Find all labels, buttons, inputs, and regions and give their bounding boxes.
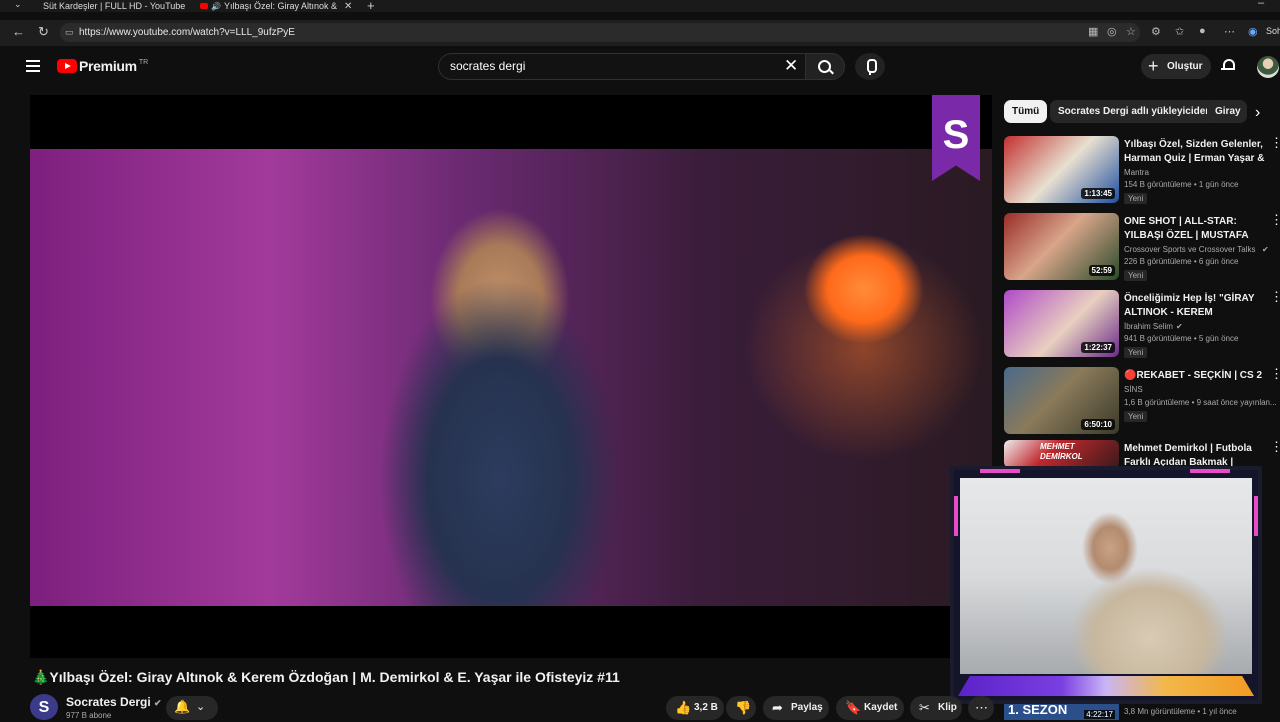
chip-giray[interactable]: Giray (1207, 100, 1247, 123)
verified-icon: ✔ (1262, 245, 1269, 254)
extensions-icon[interactable]: ⚙ (1151, 25, 1161, 38)
new-badge: Yeni (1124, 270, 1148, 281)
new-badge: Yeni (1124, 411, 1148, 422)
create-button[interactable]: + Oluştur (1141, 54, 1211, 79)
video-thumbnail[interactable]: 1:22:37 (1004, 290, 1119, 357)
favorite-star-icon[interactable]: ☆ (1126, 25, 1136, 38)
video-title: 🎄Yılbaşı Özel: Giray Altınok & Kerem Özd… (32, 669, 620, 685)
user-avatar[interactable] (1257, 56, 1279, 78)
youtube-premium-logo[interactable]: Premium TR (57, 58, 148, 74)
tracking-prevention-icon[interactable]: ◎ (1107, 25, 1117, 38)
reader-view-icon[interactable]: ▦ (1088, 25, 1098, 38)
more-vert-icon[interactable]: ⋮ (1270, 290, 1280, 304)
video-thumbnail[interactable]: MEHMET DEMİRKOL (1004, 440, 1119, 468)
reload-icon[interactable]: ↻ (38, 24, 49, 40)
webcam-feed (960, 478, 1252, 674)
webcam-accent-bar (958, 676, 1254, 696)
profile-icon[interactable]: ● (1199, 25, 1206, 37)
dislike-button[interactable]: 👎 (726, 696, 756, 720)
search-input[interactable]: socrates dergi (438, 53, 808, 80)
more-vert-icon[interactable]: ⋮ (1270, 367, 1280, 381)
chip-from-uploader[interactable]: Socrates Dergi adlı yükleyiciden (1050, 100, 1220, 123)
chevron-down-icon: ⌄ (196, 701, 206, 713)
share-button[interactable]: ➦ Paylaş (763, 696, 829, 720)
frame-decoration (954, 496, 958, 536)
clear-search-icon[interactable]: ✕ (784, 56, 798, 76)
channel-avatar[interactable]: S (30, 694, 58, 720)
chip-all[interactable]: Tümü (1004, 100, 1048, 123)
recommendation-item[interactable]: 52:59 ONE SHOT | ALL-STAR: YILBAŞI ÖZEL … (1004, 213, 1280, 283)
close-tab-icon[interactable]: ✕ (344, 1, 352, 12)
verified-icon: ✔ (1176, 322, 1183, 331)
browser-tab-1[interactable]: Süt Kardeşler | FULL HD - YouTube ✕ (40, 0, 190, 12)
copilot-icon[interactable]: ◉ (1248, 25, 1258, 38)
url-field[interactable]: ▭ https://www.youtube.com/watch?v=LLL_9u… (60, 23, 1140, 42)
speaker-icon: 🔊 (211, 1, 221, 11)
share-icon: ➦ (772, 700, 783, 715)
like-button[interactable]: 👍 3,2 B (666, 696, 724, 720)
chevron-right-icon[interactable]: › (1255, 104, 1260, 122)
more-actions-button[interactable]: ⋯ (968, 696, 994, 720)
webcam-overlay (950, 466, 1262, 704)
more-vert-icon[interactable]: ⋮ (1270, 136, 1280, 150)
more-vert-icon[interactable]: ⋮ (1270, 213, 1280, 227)
minimize-window-icon[interactable]: – (1258, 0, 1264, 9)
youtube-play-icon (57, 59, 77, 73)
subscriber-count: 977 B abone (66, 711, 112, 720)
bell-icon: 🔔 (174, 699, 191, 714)
site-info-icon[interactable]: ▭ (65, 23, 74, 42)
tab-list-chevron-icon[interactable]: ⌄ (14, 0, 22, 10)
frame-decoration (1190, 469, 1230, 473)
recommendation-item[interactable]: 6:50:10 🔴REKABET - SEÇKİN | CS 2 SİNS 1,… (1004, 367, 1280, 437)
recommendation-item[interactable]: 1:22:37 Önceliğimiz Hep İş! "GİRAY ALTIN… (1004, 290, 1280, 360)
thumbs-up-icon: 👍 (675, 700, 692, 715)
back-arrow-icon[interactable]: ← (12, 24, 25, 39)
frame-decoration (1254, 496, 1258, 536)
channel-name[interactable]: Socrates Dergi ✔ (66, 695, 162, 709)
browser-tab-2[interactable]: 🔊 Yılbaşı Özel: Giray Altınok & ✕ (200, 0, 355, 12)
more-horizontal-icon: ⋯ (975, 700, 988, 715)
search-button[interactable] (805, 53, 845, 80)
voice-search-button[interactable] (855, 53, 885, 80)
plus-icon: + (1148, 56, 1159, 76)
new-badge: Yeni (1124, 347, 1148, 358)
video-thumbnail[interactable]: 1:13:45 (1004, 136, 1119, 203)
video-frame[interactable] (30, 149, 992, 606)
bookmark-icon: 🔖 (845, 700, 862, 715)
thumbs-down-icon: 👎 (735, 700, 752, 715)
notification-bell-button[interactable]: 🔔 ⌄ (166, 696, 218, 720)
video-player[interactable]: S (30, 95, 992, 658)
video-meta: 3,8 Mn görüntüleme • 1 yıl önce (1124, 707, 1237, 716)
notifications-bell-icon[interactable] (1221, 58, 1235, 72)
recommendation-item[interactable]: 1:13:45 Yılbaşı Özel, Sizden Gelenler, H… (1004, 136, 1280, 206)
more-options-icon[interactable]: ⋯ (1224, 25, 1235, 38)
clip-button[interactable]: ✂ Klip (910, 696, 962, 720)
new-badge: Yeni (1124, 193, 1148, 204)
frame-decoration (980, 469, 1020, 473)
browser-tab-strip: ⌄ Süt Kardeşler | FULL HD - YouTube ✕ 🔊 … (0, 0, 1280, 13)
profile-label[interactable]: Soh (1266, 26, 1280, 36)
collections-icon[interactable]: ✩ (1175, 25, 1184, 38)
more-vert-icon[interactable]: ⋮ (1270, 440, 1280, 454)
youtube-favicon-icon (200, 3, 208, 9)
hamburger-menu-icon[interactable] (26, 60, 40, 72)
save-button[interactable]: 🔖 Kaydet (836, 696, 904, 720)
new-tab-icon[interactable]: + (367, 0, 375, 13)
verified-icon: ✔ (154, 698, 162, 708)
video-thumbnail[interactable]: 6:50:10 (1004, 367, 1119, 434)
video-thumbnail[interactable]: 52:59 (1004, 213, 1119, 280)
scissors-icon: ✂ (919, 700, 930, 715)
